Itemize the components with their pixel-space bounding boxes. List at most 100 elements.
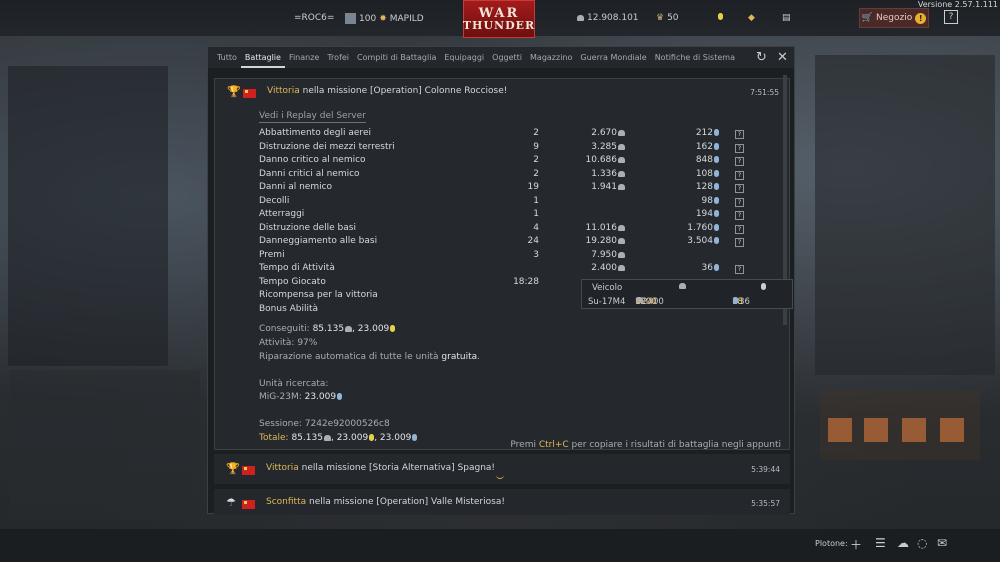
reward-name: Distruzione dei mezzi terrestri [259, 141, 395, 152]
reward-silver-lions: 2.670 [559, 128, 625, 138]
reward-name: Danneggiamento alle basi [259, 236, 378, 246]
info-icon[interactable]: ? [735, 184, 744, 193]
battle-message[interactable]: ☂ Sconfitta nella missione [Operation] V… [214, 489, 790, 515]
close-icon[interactable]: ✕ [777, 50, 788, 65]
alert-icon: ! [915, 12, 927, 24]
message-time: 5:39:44 [751, 465, 780, 474]
background-panel-left [8, 66, 168, 366]
reward-count: 1 [533, 209, 539, 219]
warbond-icon[interactable]: ◆ [748, 13, 755, 23]
reward-row: Premi 3 7.950 [259, 250, 719, 263]
battle-message[interactable]: 🏆 Vittoria nella missione [Storia Altern… [214, 454, 790, 484]
info-icon[interactable]: ? [735, 170, 744, 180]
mail-icon[interactable]: ✉ [937, 536, 947, 550]
info-icon[interactable]: ? [735, 224, 744, 234]
reward-silver-lions: 1.941 [559, 182, 625, 192]
reward-research-points: 1.760 [659, 223, 719, 233]
golden-eagles-balance[interactable]: ♛ 50 [656, 13, 679, 23]
reward-name: Danni al nemico [259, 182, 333, 192]
reward-count: 19 [527, 182, 539, 192]
activity-label: Attività: 97% [259, 338, 318, 348]
reward-research-points: 212 [659, 128, 719, 138]
squadron-tag[interactable]: =ROC6= [294, 13, 334, 23]
tab-all[interactable]: Tutto [213, 47, 241, 68]
reward-silver-lions: 19.280 [559, 236, 625, 246]
refresh-icon[interactable]: ↻ [756, 50, 767, 65]
message-header[interactable]: 🏆 Vittoria nella missione [Operation] Co… [215, 79, 789, 101]
tab-trophies[interactable]: Trofei [323, 47, 353, 68]
reward-row: Danni critici al nemico 2 1.336 108? [259, 168, 744, 182]
add-platoon-icon[interactable]: ＋ [850, 536, 862, 553]
reward-research-points: 194 [659, 209, 719, 219]
researched-label: Unità ricercata: [259, 379, 329, 389]
lightbulb-icon[interactable] [717, 13, 723, 20]
background-item-icon [828, 418, 852, 442]
ussr-flag-icon [242, 500, 255, 509]
player-profile[interactable]: 100 ✸ MAPILD [345, 13, 424, 24]
reward-research-points: 128 [659, 182, 719, 192]
ussr-flag-icon [243, 89, 256, 98]
reward-name: Bonus Abilità [259, 303, 319, 314]
message-title: Sconfitta nella missione [Operation] Val… [266, 497, 505, 507]
server-replay-link[interactable]: Vedi i Replay del Server [259, 111, 366, 123]
message-time: 5:35:57 [751, 499, 780, 508]
info-icon[interactable]: ? [735, 157, 744, 166]
trophy-icon: 🏆 [226, 462, 240, 475]
info-icon[interactable]: ? [735, 197, 744, 207]
repair-info: Riparazione automatica di tutte le unità… [259, 352, 480, 362]
reward-row: Danni al nemico 19 1.941 128? [259, 182, 744, 195]
tab-warehouse[interactable]: Magazzino [526, 47, 576, 68]
reward-name: Tempo Giocato [259, 276, 326, 287]
cart-icon: 🛒 [861, 13, 873, 23]
battle-report-expanded: 🏆 Vittoria nella missione [Operation] Co… [214, 78, 790, 450]
tab-crews[interactable]: Equipaggi [440, 47, 488, 68]
reward-count: 2 [533, 128, 539, 138]
reward-research-points: 3.504 [659, 236, 719, 246]
reward-name: Danni critici al nemico [259, 168, 360, 179]
reward-count: 3 [533, 249, 539, 260]
reward-row: Abbattimento degli aerei 2 2.670 212? [259, 128, 744, 141]
reward-research-points: 162 [659, 142, 719, 152]
list-icon[interactable]: ☰ [875, 536, 886, 550]
reward-silver-lions: 3.285 [559, 142, 625, 152]
researched-unit: MiG-23M: 23.009 [259, 392, 343, 402]
reward-row: Distruzione dei mezzi terrestri 9 3.285 162… [259, 141, 744, 155]
tab-world-war[interactable]: Guerra Mondiale [576, 47, 650, 68]
game-logo[interactable]: WAR THUNDER [463, 0, 535, 38]
reward-count: 4 [533, 222, 539, 233]
contacts-icon[interactable]: ☁ [897, 536, 909, 550]
total-summary: Totale: 85.135, 23.009, 23.009 [259, 433, 418, 443]
reward-count: 2 [533, 168, 539, 179]
message-title: Vittoria nella missione [Storia Alternat… [266, 463, 496, 473]
eagle-icon: ♛ [656, 13, 665, 23]
top-bar: Versione 2.57.1.111 =ROC6= 100 ✸ MAPILD … [0, 0, 1000, 38]
info-icon[interactable]: ? [735, 265, 744, 274]
silver-lions-balance[interactable]: 12.908.101 [576, 13, 639, 23]
tab-finances[interactable]: Finanze [285, 47, 323, 68]
tab-battle-tasks[interactable]: Compiti di Battaglia [353, 47, 440, 68]
player-name: MAPILD [389, 13, 424, 24]
reward-row: Decolli 1 98? [259, 195, 744, 209]
info-icon[interactable]: ? [735, 130, 744, 139]
info-icon[interactable]: ? [735, 143, 744, 153]
info-icon[interactable]: ? [735, 238, 744, 247]
reward-name: Danno critico al nemico [259, 155, 366, 165]
tab-battles[interactable]: Battaglie [240, 47, 285, 68]
reward-count: 9 [533, 141, 539, 152]
info-icon[interactable]: ? [735, 211, 744, 220]
help-button[interactable]: ? [944, 10, 958, 24]
background-item-icon [902, 418, 926, 442]
reward-silver-lions: 11.016 [559, 223, 625, 233]
tab-items[interactable]: Oggetti [488, 47, 526, 68]
reward-row: Distruzione delle basi 4 11.016 1.760? [259, 222, 744, 236]
reward-count: 1 [533, 195, 539, 206]
coupon-icon[interactable]: ▤ [782, 13, 791, 23]
tooltip-vehicle-header: Veicolo [592, 283, 623, 293]
parachute-icon: ☂ [226, 496, 236, 509]
avatar-icon [345, 13, 356, 24]
earned-summary: Conseguiti: 85.135, 23.009 [259, 324, 396, 334]
tab-system-notifications[interactable]: Notifiche di Sistema [651, 47, 739, 68]
reward-silver-lions: 1.336 [559, 169, 625, 179]
shop-button[interactable]: 🛒 Negozio ! [859, 8, 929, 28]
chat-icon[interactable]: ◌ [917, 536, 927, 550]
